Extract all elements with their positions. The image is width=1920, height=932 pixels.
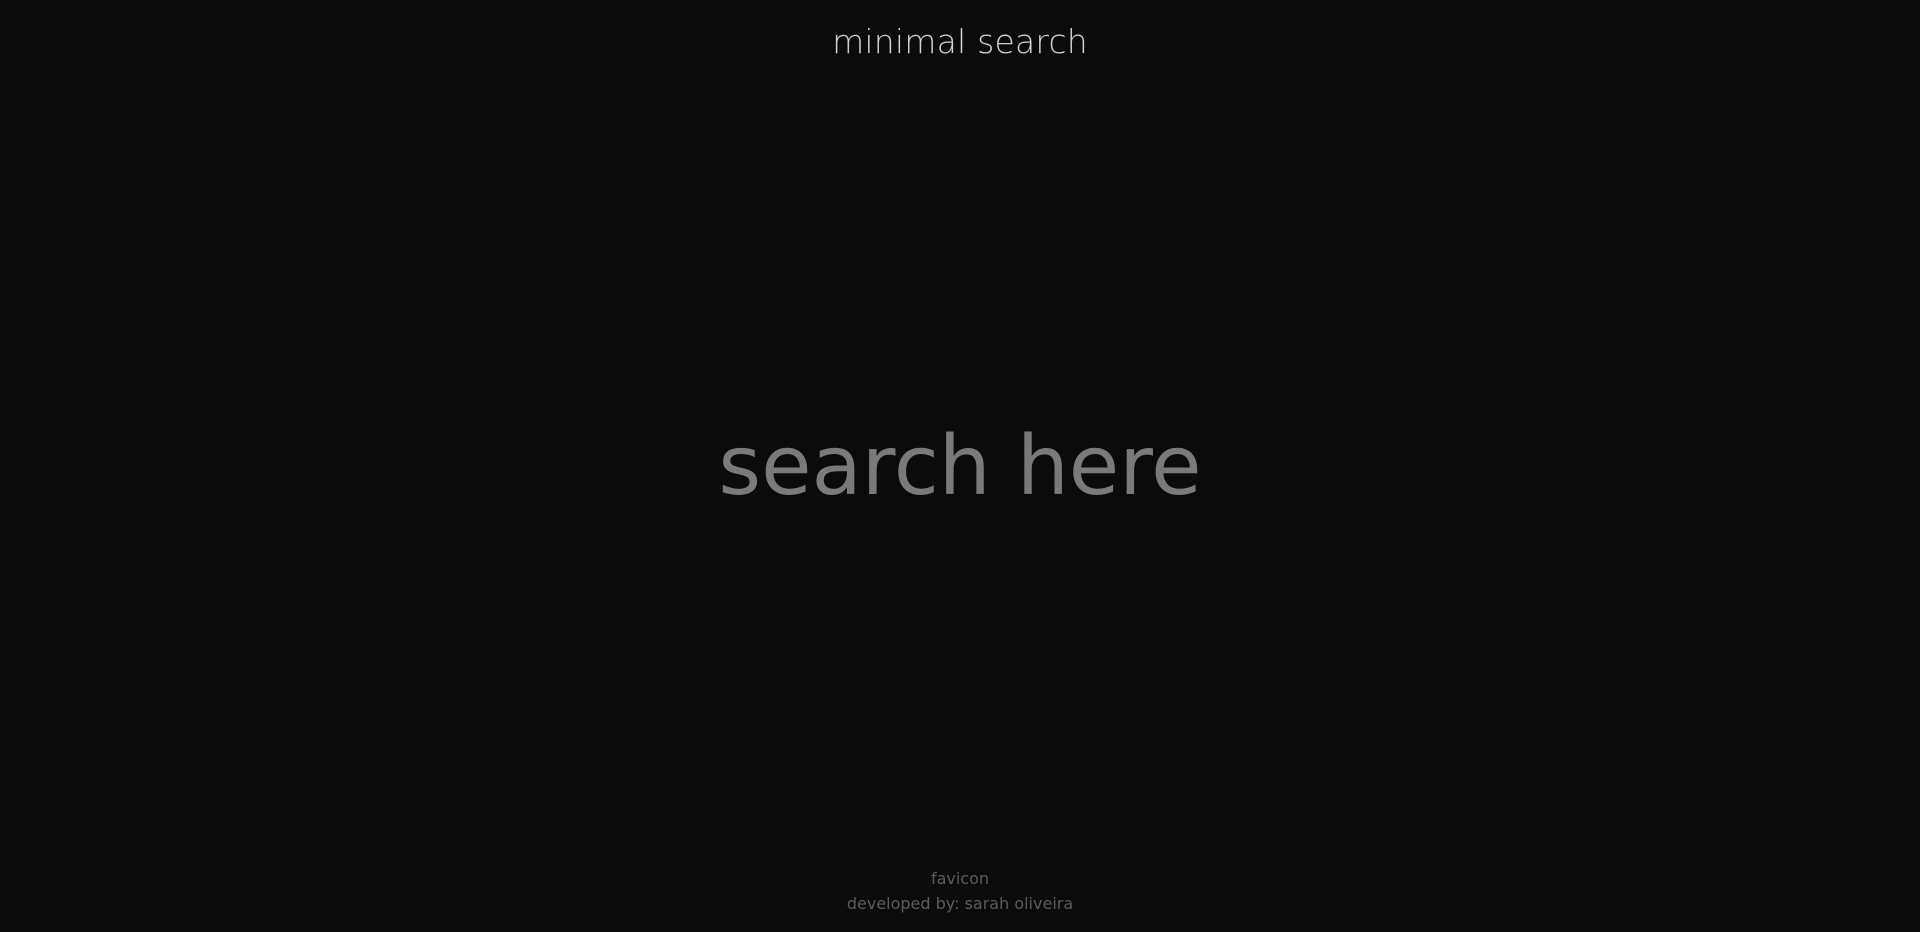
search-form (0, 412, 1920, 522)
search-input[interactable] (0, 412, 1920, 522)
developer-credit: developed by: sarah oliveira (846, 894, 1074, 913)
site-title: minimal search (832, 22, 1088, 61)
favicon-credit-link[interactable]: favicon (931, 869, 989, 888)
footer-credit-line: favicon (0, 866, 1920, 891)
site-footer: favicon developed by: sarah oliveira (0, 866, 1920, 916)
